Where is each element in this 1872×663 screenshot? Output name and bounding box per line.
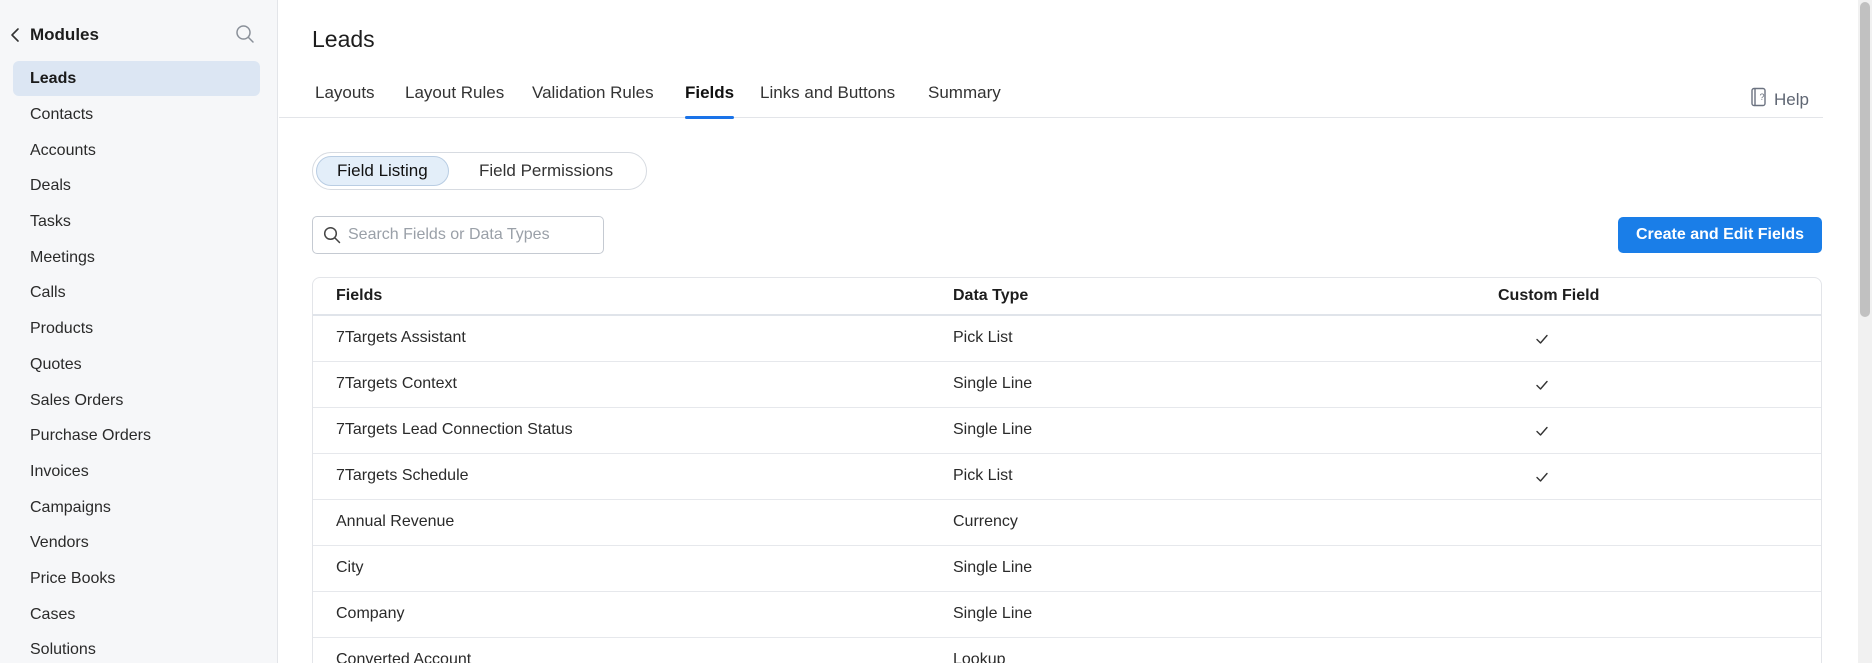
sidebar-item-contacts[interactable]: Contacts	[13, 97, 260, 133]
field-data-type: Pick List	[953, 467, 1013, 484]
table-row[interactable]: 7Targets Context Single Line	[313, 362, 1821, 408]
table-row[interactable]: 7Targets Schedule Pick List	[313, 454, 1821, 500]
header-fields: Fields	[336, 287, 383, 304]
table-row[interactable]: 7Targets Lead Connection Status Single Li…	[313, 408, 1821, 454]
sidebar-title: Modules	[30, 25, 99, 44]
sidebar-item-quotes[interactable]: Quotes	[13, 347, 260, 383]
field-permissions-toggle[interactable]: Field Permissions	[459, 156, 633, 186]
back-arrow-icon[interactable]	[6, 24, 24, 46]
table-row[interactable]: 7Targets Assistant Pick List	[313, 316, 1821, 362]
sidebar-item-meetings[interactable]: Meetings	[13, 240, 260, 276]
sidebar-item-calls[interactable]: Calls	[13, 275, 260, 311]
table-header: Fields Data Type Custom Field	[313, 278, 1821, 316]
field-name: Annual Revenue	[336, 513, 455, 530]
sidebar-item-products[interactable]: Products	[13, 311, 260, 347]
field-search-box	[312, 216, 604, 254]
help-link[interactable]: ? Help	[1750, 87, 1809, 112]
help-label: Help	[1774, 89, 1809, 109]
settings-tabs: Layouts Layout Rules Validation Rules Fi…	[279, 78, 1823, 119]
scrollbar-thumb[interactable]	[1860, 2, 1870, 317]
sidebar-item-tasks[interactable]: Tasks	[13, 204, 260, 240]
table-row[interactable]: Annual Revenue Currency	[313, 500, 1821, 546]
field-data-type: Currency	[953, 513, 1018, 530]
fields-table: Fields Data Type Custom Field 7Targets A…	[312, 277, 1822, 663]
field-name: 7Targets Context	[336, 375, 457, 392]
modules-sidebar: Modules Leads Contacts Accounts Deals Tasks M…	[0, 0, 278, 663]
field-name: City	[336, 559, 364, 576]
field-name: 7Targets Assistant	[336, 329, 466, 346]
tab-summary[interactable]: Summary	[928, 83, 1001, 118]
tab-fields[interactable]: Fields	[685, 83, 735, 119]
table-row[interactable]: Converted Account Lookup	[313, 638, 1821, 663]
table-row[interactable]: City Single Line	[313, 546, 1821, 592]
field-name: 7Targets Schedule	[336, 467, 469, 484]
field-listing-toggle[interactable]: Field Listing	[316, 156, 449, 186]
tab-layouts[interactable]: Layouts	[315, 83, 375, 118]
page-scrollbar[interactable]	[1858, 0, 1872, 663]
tab-links-and-buttons[interactable]: Links and Buttons	[760, 83, 895, 118]
field-search-input[interactable]	[348, 223, 593, 247]
field-data-type: Pick List	[953, 329, 1013, 346]
field-data-type: Single Line	[953, 421, 1033, 438]
sidebar-item-accounts[interactable]: Accounts	[13, 133, 260, 169]
sidebar-item-vendors[interactable]: Vendors	[13, 525, 260, 561]
sidebar-item-leads[interactable]: Leads	[13, 61, 260, 96]
sidebar-item-campaigns[interactable]: Campaigns	[13, 490, 260, 526]
sidebar-module-list: Leads Contacts Accounts Deals Tasks Meetings C…	[13, 61, 260, 663]
sidebar-item-invoices[interactable]: Invoices	[13, 454, 260, 490]
field-name: Company	[336, 605, 405, 622]
svg-text:?: ?	[1760, 92, 1765, 102]
field-data-type: Lookup	[953, 651, 1006, 663]
field-data-type: Single Line	[953, 605, 1033, 622]
field-view-toggle: Field Listing Field Permissions	[312, 152, 647, 190]
sidebar-item-cases[interactable]: Cases	[13, 597, 260, 633]
sidebar-item-purchase-orders[interactable]: Purchase Orders	[13, 418, 260, 454]
tab-layout-rules[interactable]: Layout Rules	[405, 83, 504, 118]
search-icon	[323, 226, 341, 244]
sidebar-header: Modules	[0, 20, 278, 50]
sidebar-item-deals[interactable]: Deals	[13, 168, 260, 204]
sidebar-item-solutions[interactable]: Solutions	[13, 632, 260, 663]
page-title: Leads	[312, 26, 375, 52]
main-content: Leads Layouts Layout Rules Validation Ru…	[279, 0, 1858, 663]
checkmark-icon	[1536, 426, 1548, 436]
checkmark-icon	[1536, 334, 1548, 344]
tab-validation-rules[interactable]: Validation Rules	[532, 83, 654, 118]
field-name: Converted Account	[336, 651, 472, 663]
field-data-type: Single Line	[953, 559, 1033, 576]
create-and-edit-fields-button[interactable]: Create and Edit Fields	[1618, 217, 1822, 253]
field-data-type: Single Line	[953, 375, 1033, 392]
table-body: 7Targets Assistant Pick List 7Targets Cont…	[313, 316, 1821, 663]
table-row[interactable]: Company Single Line	[313, 592, 1821, 638]
field-name: 7Targets Lead Connection Status	[336, 421, 573, 438]
help-book-icon: ?	[1750, 87, 1768, 112]
search-icon[interactable]	[233, 22, 257, 46]
header-custom-field: Custom Field	[1498, 287, 1600, 304]
checkmark-icon	[1536, 380, 1548, 390]
sidebar-item-sales-orders[interactable]: Sales Orders	[13, 383, 260, 419]
sidebar-item-price-books[interactable]: Price Books	[13, 561, 260, 597]
header-data-type: Data Type	[953, 287, 1029, 304]
checkmark-icon	[1536, 472, 1548, 482]
